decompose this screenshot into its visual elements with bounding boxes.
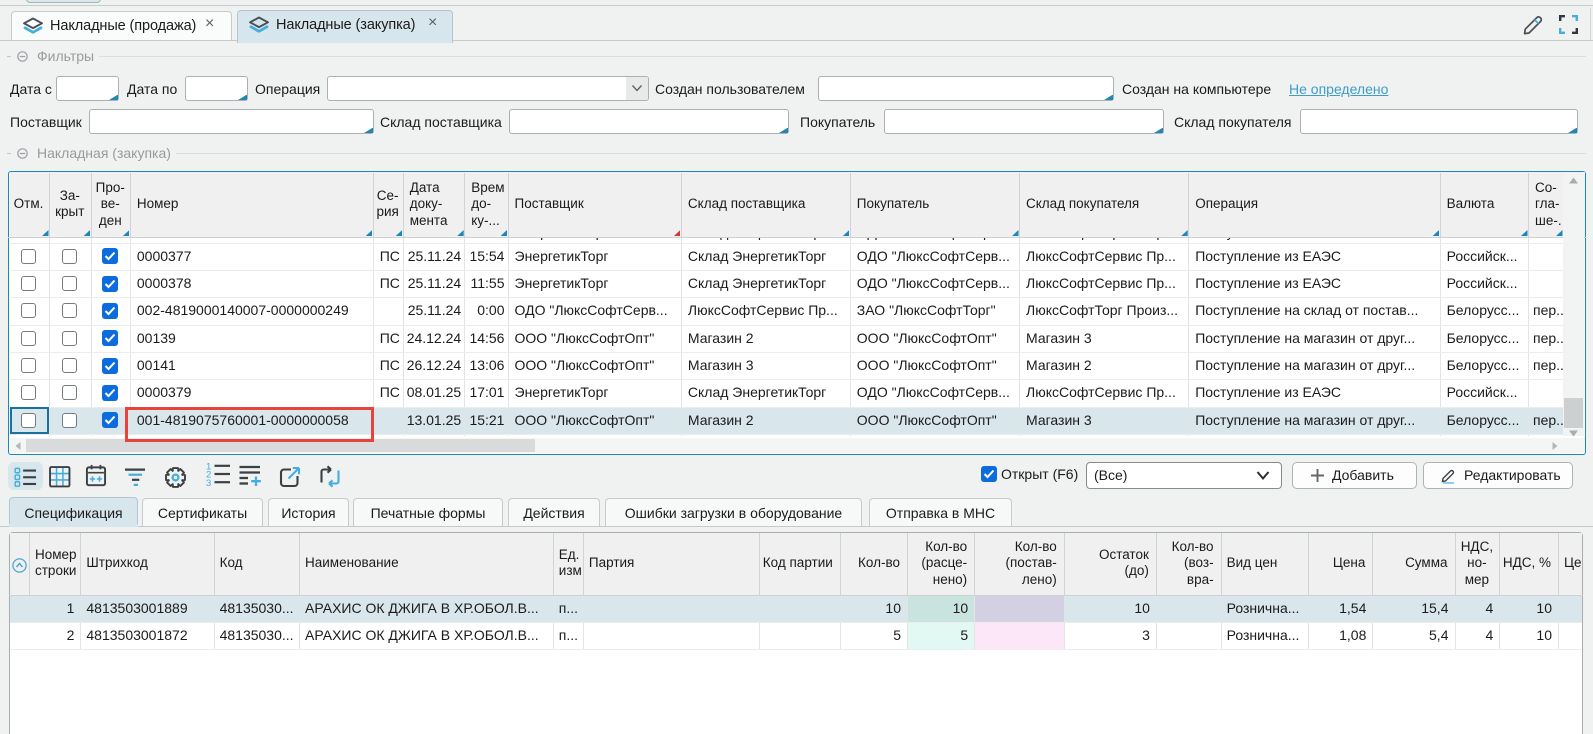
svg-text:3: 3 <box>206 478 211 487</box>
